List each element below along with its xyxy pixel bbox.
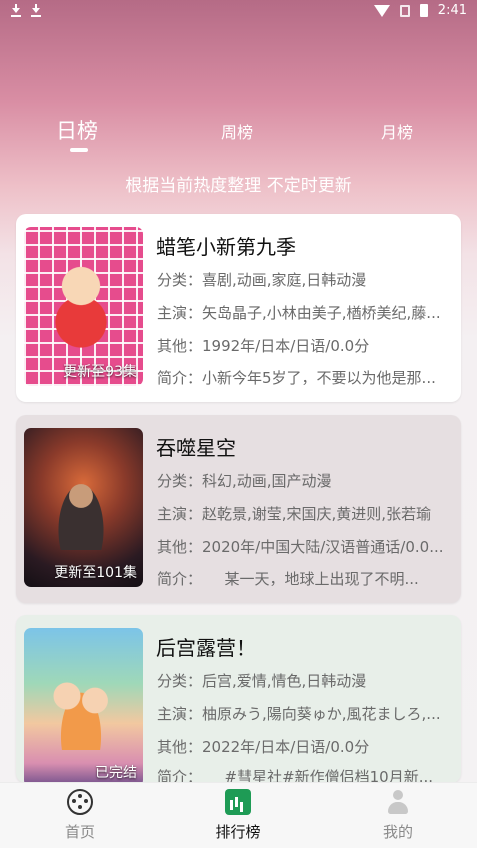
- ranking-tabs: 日榜 周榜 月榜: [0, 110, 477, 160]
- item-title: 蜡笔小新第九季: [156, 235, 296, 259]
- item-cast: 主演：矢岛晶子,小林由美子,楢桥美纪,藤...: [157, 304, 441, 322]
- item-category: 分类：喜剧,动画,家庭,日韩动漫: [157, 271, 367, 289]
- item-other: 其他：2020年/中国大陆/汉语普通话/0.0...: [157, 538, 444, 556]
- download-icon: [10, 3, 22, 17]
- nav-home-label: 首页: [64, 823, 95, 841]
- item-title: 后宫露营！: [156, 636, 256, 660]
- list-item[interactable]: 更新至93集 蜡笔小新第九季 分类：喜剧,动画,家庭,日韩动漫 主演：矢岛晶子,…: [16, 214, 461, 402]
- poster-image: 已完结: [24, 628, 143, 783]
- battery-icon: [419, 4, 428, 17]
- item-category: 分类：科幻,动画,国产动漫: [157, 472, 332, 490]
- poster-image: 更新至93集: [24, 227, 143, 386]
- episode-badge: 更新至101集: [54, 565, 137, 581]
- tab-monthly[interactable]: 月榜: [381, 119, 413, 143]
- system-icons: 2:41: [373, 3, 467, 18]
- item-cast: 主演：赵乾景,谢莹,宋国庆,黄进则,张若瑜: [157, 505, 432, 523]
- poster-art: [46, 460, 116, 550]
- wifi-icon: [373, 4, 390, 17]
- no-signal-icon: [399, 4, 410, 17]
- item-summary: 简介： #彗星社#新作僧侣档10月新...: [157, 768, 434, 783]
- person-icon: [385, 789, 411, 815]
- poster-image: 更新至101集: [24, 428, 143, 587]
- list-item[interactable]: 已完结 后宫露营！ 分类：后宫,爱情,情色,日韩动漫 主演：柚原みう,陽向葵ゅか…: [16, 615, 461, 783]
- item-other: 其他：1992年/日本/日语/0.0分: [157, 337, 370, 355]
- tab-daily[interactable]: 日榜: [56, 115, 98, 145]
- bottom-navigation: 首页 排行榜 我的: [0, 782, 477, 848]
- item-summary: 简介：小新今年5岁了，不要以为他是那...: [157, 369, 436, 387]
- film-reel-icon: [67, 789, 93, 815]
- item-title: 吞噬星空: [156, 436, 236, 460]
- item-cast: 主演：柚原みう,陽向葵ゅか,風花ましろ,...: [157, 705, 441, 723]
- episode-badge: 已完结: [95, 765, 137, 781]
- notification-icons: [10, 3, 42, 17]
- tab-indicator: [70, 148, 88, 152]
- poster-art: [46, 259, 116, 349]
- download-icon: [30, 3, 42, 17]
- nav-ranking[interactable]: 排行榜: [198, 789, 278, 842]
- episode-badge: 更新至93集: [63, 364, 137, 380]
- nav-mine[interactable]: 我的: [358, 789, 438, 842]
- nav-ranking-label: 排行榜: [215, 823, 261, 841]
- ranking-subtitle: 根据当前热度整理 不定时更新: [125, 176, 352, 196]
- chart-icon: [225, 789, 251, 815]
- list-item[interactable]: 更新至101集 吞噬星空 分类：科幻,动画,国产动漫 主演：赵乾景,谢莹,宋国庆…: [16, 415, 461, 603]
- tab-weekly[interactable]: 周榜: [221, 119, 253, 143]
- nav-home[interactable]: 首页: [40, 789, 120, 842]
- poster-art: [46, 660, 116, 750]
- status-bar: 2:41: [0, 0, 477, 24]
- item-category: 分类：后宫,爱情,情色,日韩动漫: [157, 672, 367, 690]
- item-summary: 简介： 某一天，地球上出现了不明...: [157, 570, 419, 588]
- item-other: 其他：2022年/日本/日语/0.0分: [157, 738, 370, 756]
- nav-mine-label: 我的: [382, 823, 413, 841]
- status-time: 2:41: [437, 3, 467, 18]
